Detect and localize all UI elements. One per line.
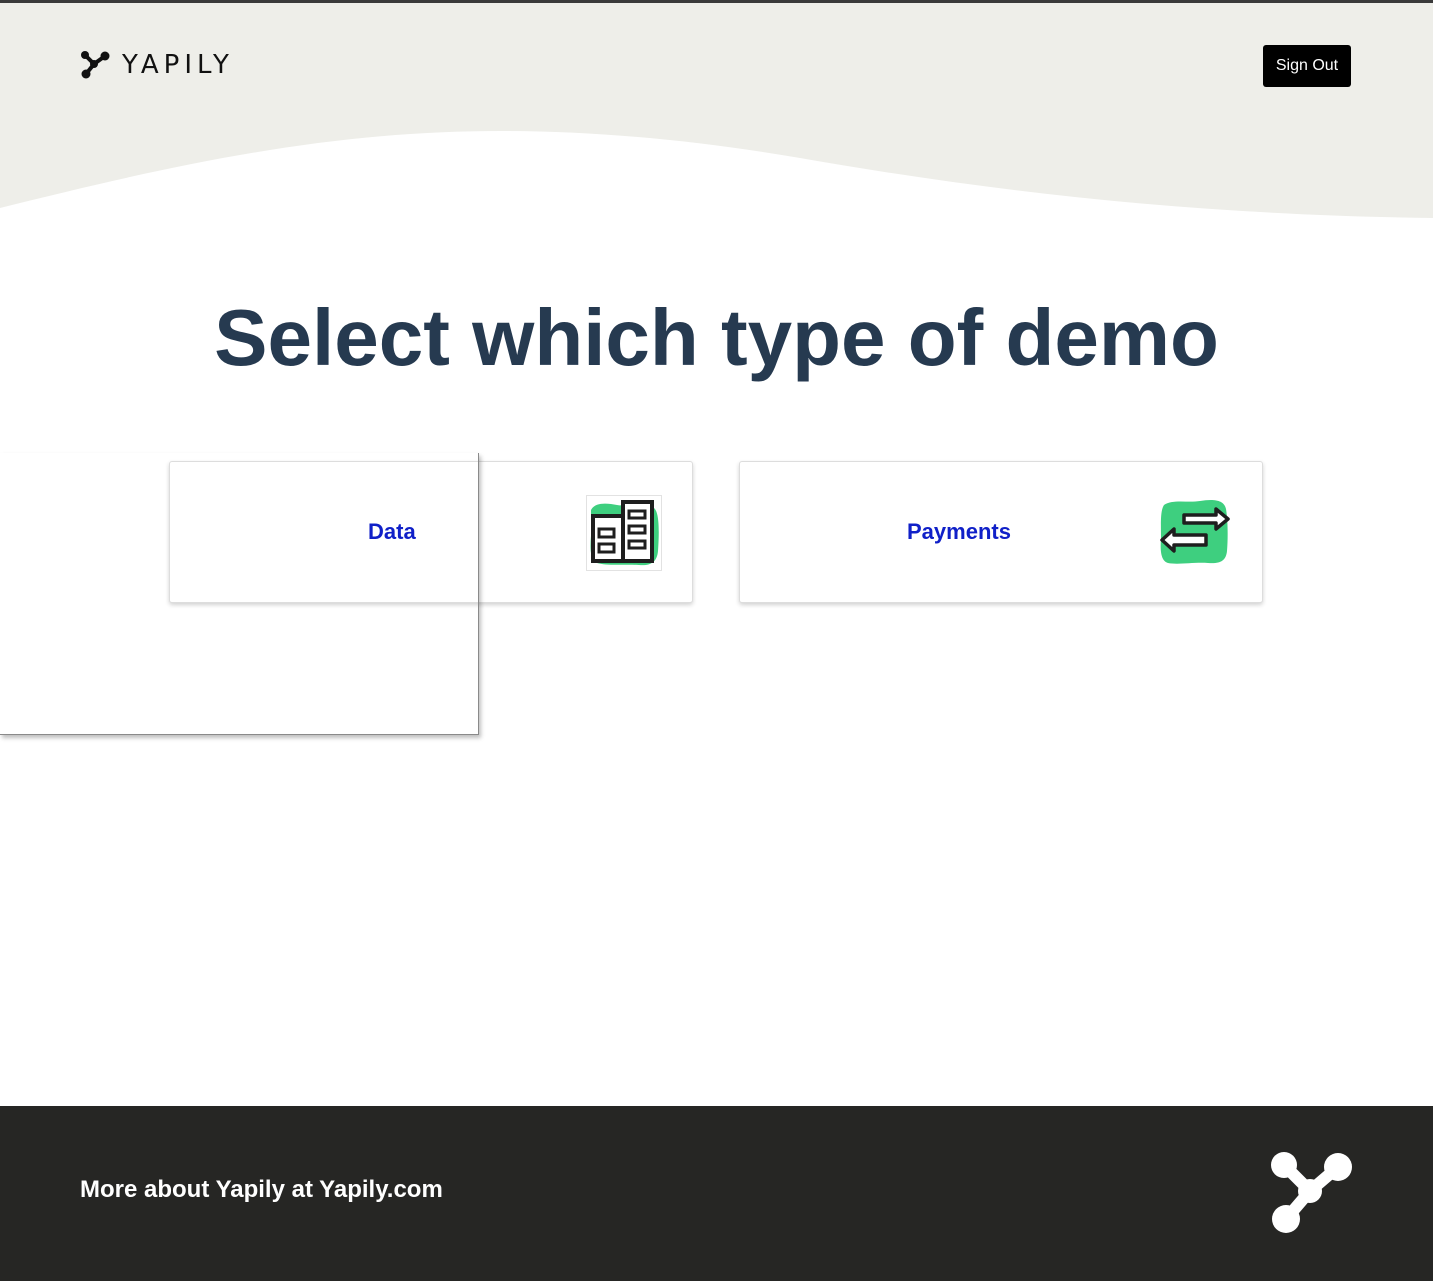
footer-link[interactable]: More about Yapily at Yapily.com	[80, 1176, 443, 1204]
yapily-logo-icon	[81, 51, 110, 79]
brand-name: YAPILY	[122, 50, 234, 80]
payments-demo-card[interactable]: Payments	[739, 461, 1263, 603]
header-background	[0, 3, 1433, 218]
footer: More about Yapily at Yapily.com	[0, 1106, 1433, 1281]
data-card-label: Data	[368, 519, 416, 544]
page-title: Select which type of demo	[214, 293, 1219, 382]
brand-logo[interactable]: YAPILY	[80, 50, 234, 80]
sign-out-button[interactable]: Sign Out	[1263, 45, 1351, 87]
data-demo-card[interactable]: Data	[169, 461, 693, 603]
transfer-arrows-icon	[1160, 499, 1230, 564]
payments-card-label: Payments	[907, 519, 1011, 544]
yapily-footer-logo-icon	[1271, 1152, 1352, 1233]
building-icon	[586, 495, 662, 571]
